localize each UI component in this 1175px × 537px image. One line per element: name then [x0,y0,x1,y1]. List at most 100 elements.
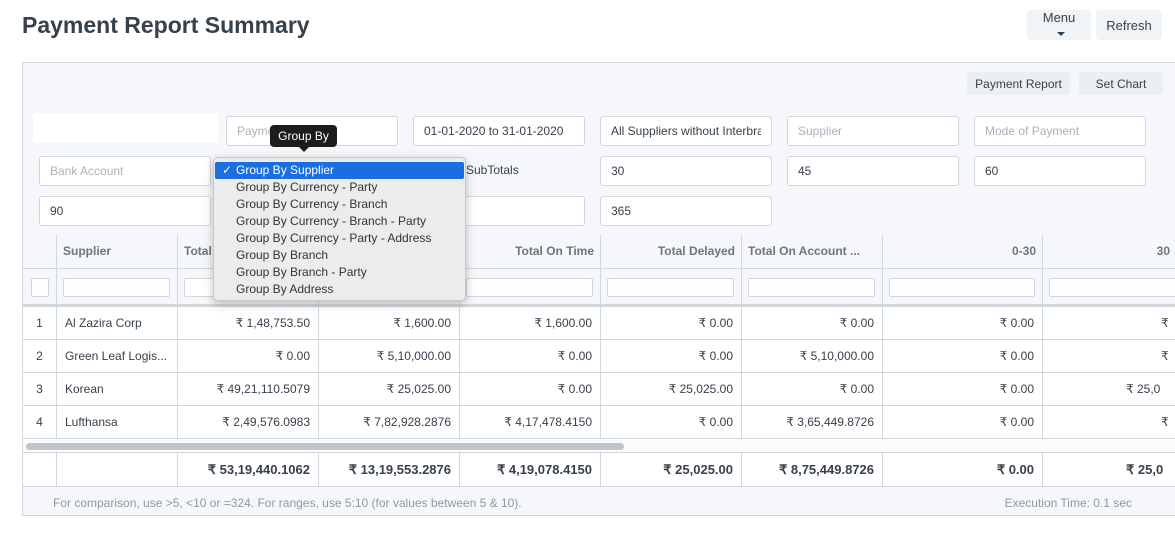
bank-account-field[interactable] [39,156,211,186]
column-filter-row [23,269,1175,307]
execution-time: Execution Time: 0.1 sec [1004,496,1132,510]
column-4-cell[interactable]: ₹ 25,025.00 [319,373,460,405]
on-account-cell[interactable]: ₹ 5,10,000.00 [742,340,883,372]
group-by-option[interactable]: ✓ Group By Supplier [215,162,464,179]
header-30-plus[interactable]: 30 [1043,235,1175,268]
30-plus-cell[interactable]: ₹ [1043,406,1175,438]
horizontal-scrollbar[interactable] [23,440,1175,452]
totals-on-time: ₹ 4,19,078.4150 [460,453,601,486]
set-chart-button[interactable]: Set Chart [1079,72,1163,95]
on-time-cell[interactable]: ₹ 1,600.00 [460,307,601,339]
range-1-field[interactable] [600,156,772,186]
30-plus-cell[interactable]: ₹ 25,0 [1043,373,1175,405]
delayed-cell[interactable]: ₹ 0.00 [601,406,742,438]
on-time-cell[interactable]: ₹ 4,17,478.4150 [460,406,601,438]
totals-delayed: ₹ 25,025.00 [601,453,742,486]
0-30-cell[interactable]: ₹ 0.00 [883,373,1043,405]
0-30-cell[interactable]: ₹ 0.00 [883,406,1043,438]
filter-hint: For comparison, use >5, <10 or =324. For… [53,496,522,510]
filter-cell [460,269,601,304]
header-total-on-time[interactable]: Total On Time [460,235,601,268]
check-icon: ✓ [222,163,233,177]
on-time-column-filter[interactable] [466,278,593,297]
total-cell[interactable]: ₹ 1,48,753.50 [178,307,319,339]
header-row-index [23,235,57,268]
group-by-option[interactable]: Group By Currency - Branch [215,196,464,213]
row-index: 4 [23,406,57,438]
on-account-column-filter[interactable] [748,278,875,297]
header-supplier[interactable]: Supplier [57,235,178,268]
report-filter-area: Payment Report Set Chart SubTotals [23,63,1175,236]
payment-report-button[interactable]: Payment Report [967,72,1070,95]
group-by-option[interactable]: Group By Branch [215,247,464,264]
filter-cell [1043,269,1175,304]
supplier-cell[interactable]: Korean [57,373,178,405]
delayed-cell[interactable]: ₹ 0.00 [601,340,742,372]
on-time-cell[interactable]: ₹ 0.00 [460,373,601,405]
supplier-cell[interactable]: Lufthansa [57,406,178,438]
on-account-cell[interactable]: ₹ 0.00 [742,373,883,405]
date-range-field[interactable] [413,116,585,146]
mode-of-payment-field[interactable] [974,116,1146,146]
caret-down-icon [1057,31,1065,36]
totals-supplier [57,453,178,486]
supplier-field[interactable] [787,116,959,146]
on-account-cell[interactable]: ₹ 0.00 [742,307,883,339]
0-30-column-filter[interactable] [889,278,1035,297]
range-3-field[interactable] [974,156,1146,186]
group-by-dropdown[interactable]: ✓ Group By Supplier Group By Currency - P… [213,157,466,301]
supplier-scope-field[interactable] [600,116,772,146]
total-cell[interactable]: ₹ 49,21,110.5079 [178,373,319,405]
totals-row: ₹ 53,19,440.1062 ₹ 13,19,553.2876 ₹ 4,19… [23,452,1175,487]
30-plus-column-filter[interactable] [1049,278,1175,297]
header-0-30[interactable]: 0-30 [883,235,1043,268]
filter-cell [23,269,57,304]
group-by-option[interactable]: Group By Currency - Branch - Party [215,213,464,230]
refresh-button[interactable]: Refresh [1096,10,1162,40]
scrollbar-thumb[interactable] [26,443,624,450]
group-by-option[interactable]: Group By Currency - Party [215,179,464,196]
totals-on-account: ₹ 8,75,449.8726 [742,453,883,486]
delayed-column-filter[interactable] [607,278,734,297]
group-by-option[interactable]: Group By Currency - Party - Address [215,230,464,247]
range-5-field[interactable] [600,196,772,226]
subtotals-checkbox[interactable]: SubTotals [466,163,519,177]
table-row[interactable]: 4 Lufthansa ₹ 2,49,576.0983 ₹ 7,82,928.2… [23,406,1175,439]
0-30-cell[interactable]: ₹ 0.00 [883,307,1043,339]
total-cell[interactable]: ₹ 0.00 [178,340,319,372]
table-row[interactable]: 3 Korean ₹ 49,21,110.5079 ₹ 25,025.00 ₹ … [23,373,1175,406]
delayed-cell[interactable]: ₹ 25,025.00 [601,373,742,405]
column-4-cell[interactable]: ₹ 7,82,928.2876 [319,406,460,438]
row-index: 3 [23,373,57,405]
totals-total: ₹ 53,19,440.1062 [178,453,319,486]
group-by-tooltip: Group By [270,125,337,152]
30-plus-cell[interactable]: ₹ [1043,307,1175,339]
filter-cell [57,269,178,304]
30-plus-cell[interactable]: ₹ [1043,340,1175,372]
company-field[interactable] [33,113,218,143]
totals-30-plus: ₹ 25,0 [1126,462,1164,477]
group-by-option[interactable]: Group By Address [215,281,464,298]
totals-0-30: ₹ 0.00 [883,453,1043,486]
supplier-cell[interactable]: Green Leaf Logis... [57,340,178,372]
on-account-cell[interactable]: ₹ 3,65,449.8726 [742,406,883,438]
table-row[interactable]: 1 Al Zazira Corp ₹ 1,48,753.50 ₹ 1,600.0… [23,307,1175,340]
column-4-cell[interactable]: ₹ 5,10,000.00 [319,340,460,372]
delayed-cell[interactable]: ₹ 0.00 [601,307,742,339]
group-by-option[interactable]: Group By Branch - Party [215,264,464,281]
page-title: Payment Report Summary [22,12,310,38]
menu-button[interactable]: Menu [1027,10,1091,40]
table-row[interactable]: 2 Green Leaf Logis... ₹ 0.00 ₹ 5,10,000.… [23,340,1175,373]
total-cell[interactable]: ₹ 2,49,576.0983 [178,406,319,438]
column-4-cell[interactable]: ₹ 1,600.00 [319,307,460,339]
range-2-field[interactable] [787,156,959,186]
range-4-field[interactable] [39,196,211,226]
header-total-on-account[interactable]: Total On Account ... [742,235,883,268]
supplier-cell[interactable]: Al Zazira Corp [57,307,178,339]
on-time-cell[interactable]: ₹ 0.00 [460,340,601,372]
0-30-cell[interactable]: ₹ 0.00 [883,340,1043,372]
supplier-column-filter[interactable] [63,278,170,297]
row-index: 2 [23,340,57,372]
row-select-checkbox[interactable] [31,278,49,297]
header-total-delayed[interactable]: Total Delayed [601,235,742,268]
